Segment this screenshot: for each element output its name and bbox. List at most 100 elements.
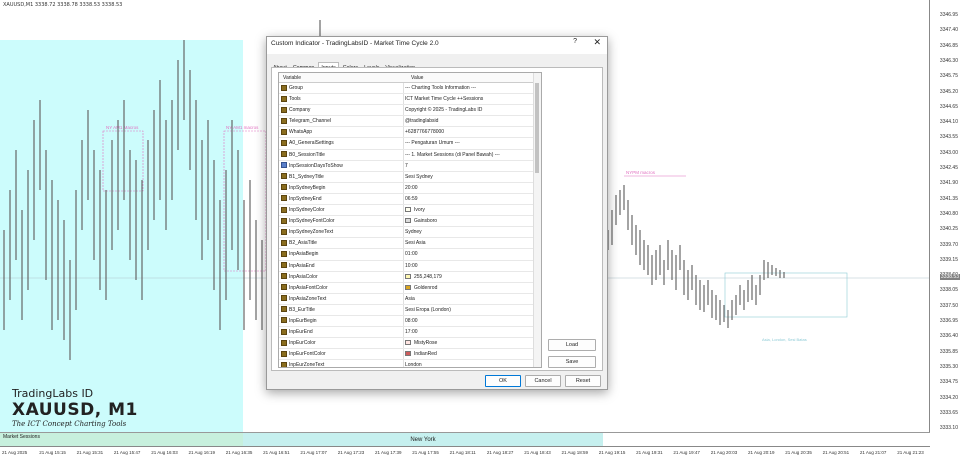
string-param-icon — [281, 295, 287, 302]
ny-pm-macro-label: NYPM macros — [626, 170, 656, 175]
color-swatch-icon — [405, 340, 411, 346]
price-tick: 3340.25 — [939, 226, 958, 233]
row-value[interactable]: London — [405, 362, 422, 367]
close-icon[interactable]: ✕ — [593, 37, 601, 48]
row-value[interactable]: Sydney — [405, 229, 422, 235]
grid-rows: Group --- Charting Tools Information --- T… — [279, 83, 541, 368]
input-row[interactable]: InpEurZoneText London — [279, 360, 541, 368]
row-value[interactable]: Copyright © 2025 - TradingLabs ID — [405, 107, 482, 113]
input-row[interactable]: Telegram_Channel @tradinglabsid — [279, 116, 541, 128]
row-variable: InpSydneyZoneText — [289, 229, 334, 236]
input-row[interactable]: InpAsiaEnd 10:00 — [279, 260, 541, 272]
input-row[interactable]: InpEurFontColor IndianRed — [279, 349, 541, 361]
price-tick: 3344.65 — [939, 103, 958, 110]
color-swatch-icon — [405, 218, 411, 224]
price-scale[interactable]: 3346.95 3347.40 3346.85 3346.30 3345.75 3345.… — [929, 0, 960, 432]
row-variable: InpSydneyFontColor — [289, 218, 335, 225]
time-tick: 21 Aug 17:55 — [412, 450, 439, 455]
input-row[interactable]: InpSydneyFontColor Gainsboro — [279, 216, 541, 228]
row-value[interactable]: Sesi Eropa (London) — [405, 307, 451, 313]
input-row[interactable]: InpAsiaColor 255,248,179 — [279, 271, 541, 283]
row-value[interactable]: +6287766778000 — [405, 129, 444, 135]
row-value[interactable]: 7 — [405, 163, 408, 169]
row-value[interactable]: Asia — [405, 296, 415, 302]
input-row[interactable]: A0_GeneralSettings --- Pengaturan Umum --… — [279, 138, 541, 150]
input-row[interactable]: InpAsiaZoneText Asia — [279, 293, 541, 305]
time-scale[interactable]: 21 Aug 2025 21 Aug 15:15 21 Aug 15:31 21 Au… — [0, 446, 930, 460]
row-value[interactable]: ICT Market Time Cycle ++Sessions — [405, 96, 483, 102]
input-row[interactable]: InpEurEnd 17:00 — [279, 327, 541, 339]
row-value[interactable]: --- Charting Tools Information --- — [405, 85, 476, 91]
reset-button[interactable]: Reset — [565, 375, 601, 387]
input-row[interactable]: B3_EurTitle Sesi Eropa (London) — [279, 304, 541, 316]
string-param-icon — [281, 262, 287, 268]
row-value[interactable]: Sesi Asia — [405, 240, 426, 246]
grid-scrollbar[interactable] — [533, 73, 541, 367]
row-value[interactable]: --- 1. Market Sessions (di Panel Bawah) … — [405, 152, 500, 158]
ok-button[interactable]: OK — [485, 375, 521, 387]
cancel-button[interactable]: Cancel — [525, 375, 561, 387]
row-value[interactable]: IndianRed — [405, 351, 437, 357]
row-variable: InpEurZoneText — [289, 362, 325, 368]
col-variable[interactable]: Variable — [283, 75, 301, 81]
row-value[interactable]: 255,248,179 — [405, 274, 442, 280]
price-tick: 3335.30 — [939, 363, 958, 370]
row-value[interactable]: 08:00 — [405, 318, 418, 324]
row-value[interactable]: Ivory — [405, 207, 425, 213]
row-variable: B3_EurTitle — [289, 306, 315, 313]
input-row[interactable]: WhatsApp +6287766778000 — [279, 127, 541, 139]
string-param-icon — [281, 350, 287, 357]
row-value[interactable]: Gainsboro — [405, 218, 437, 224]
row-value[interactable]: Goldenrod — [405, 285, 437, 291]
scrollbar-thumb[interactable] — [535, 83, 539, 173]
column-divider — [403, 260, 404, 271]
input-row[interactable]: InpSydneyBegin 20:00 — [279, 182, 541, 194]
time-tick: 21 Aug 18:11 — [449, 450, 476, 455]
inputs-panel: Variable Value Group --- Charting Tools I… — [271, 67, 603, 371]
time-tick: 21 Aug 17:23 — [337, 450, 365, 455]
price-tick: 3334.75 — [939, 379, 958, 386]
column-divider — [403, 160, 404, 171]
string-param-icon — [281, 273, 287, 280]
row-value[interactable]: --- Pengaturan Umum --- — [405, 140, 460, 146]
row-value[interactable]: Sesi Sydney — [405, 174, 433, 180]
input-row[interactable]: B2_AsiaTitle Sesi Asia — [279, 238, 541, 250]
col-value[interactable]: Value — [411, 75, 423, 81]
input-row[interactable]: InpSydneyZoneText Sydney — [279, 227, 541, 239]
ny-am-macro-mid-label: NY AM1 macros — [226, 125, 259, 130]
column-divider — [403, 282, 404, 293]
input-row[interactable]: InpSessionDaysToShow 7 — [279, 160, 541, 172]
column-divider — [403, 271, 404, 282]
price-tick: 3338.05 — [939, 287, 958, 294]
load-button[interactable]: Load — [548, 339, 596, 351]
row-value[interactable]: @tradinglabsid — [405, 118, 438, 124]
price-tick: 3337.50 — [939, 302, 958, 309]
row-value[interactable]: 01:00 — [405, 251, 418, 257]
input-row[interactable]: B0_SessionTitle --- 1. Market Sessions (d… — [279, 149, 541, 161]
input-row[interactable]: InpAsiaBegin 01:00 — [279, 249, 541, 261]
input-row[interactable]: InpSydneyEnd 06:59 — [279, 193, 541, 206]
time-tick: 21 Aug 16:35 — [225, 450, 253, 455]
input-row[interactable]: B1_SydneyTitle Sesi Sydney — [279, 171, 541, 183]
price-tick: 3335.85 — [939, 348, 958, 355]
row-value[interactable]: 17:00 — [405, 329, 418, 335]
input-row[interactable]: InpAsiaFontColor Goldenrod — [279, 282, 541, 294]
price-tick: 3342.45 — [939, 165, 958, 171]
column-divider — [403, 315, 404, 327]
input-row[interactable]: InpSydneyColor Ivory — [279, 205, 541, 217]
row-value[interactable]: MistyRose — [405, 340, 437, 346]
row-variable: Telegram_Channel — [289, 118, 331, 125]
row-variable: WhatsApp — [289, 129, 313, 136]
input-row[interactable]: Group --- Charting Tools Information --- — [279, 83, 541, 95]
input-row[interactable]: InpEurColor MistyRose — [279, 338, 541, 350]
input-row[interactable]: InpEurBegin 08:00 — [279, 315, 541, 328]
help-button[interactable]: ? — [573, 38, 577, 45]
save-button[interactable]: Save — [548, 356, 596, 368]
row-value[interactable]: 06:59 — [405, 196, 418, 202]
row-value[interactable]: 20:00 — [405, 185, 418, 191]
time-tick: 21 Aug 17:07 — [300, 450, 327, 455]
input-row[interactable]: Tools ICT Market Time Cycle ++Sessions — [279, 94, 541, 106]
string-param-icon — [281, 239, 287, 246]
row-value[interactable]: 10:00 — [405, 263, 418, 269]
input-row[interactable]: Company Copyright © 2025 - TradingLabs ID — [279, 105, 541, 117]
